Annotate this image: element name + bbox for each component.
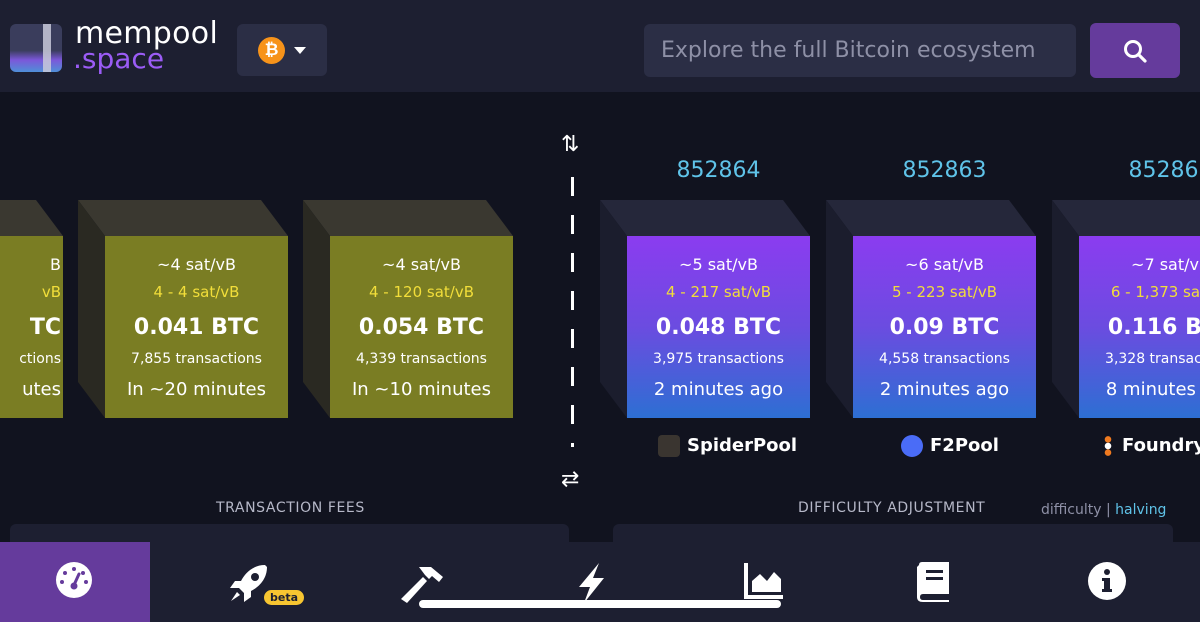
projected-block[interactable]: ~4 sat/vB 4 - 120 sat/vB 0.054 BTC 4,339… — [303, 200, 513, 418]
block-tx-count: ctions — [19, 351, 61, 367]
block-eta: In ~20 minutes — [126, 379, 266, 400]
top-header: mempool .space ₿ — [0, 0, 1200, 92]
block-tx-count: 4,558 transactions — [879, 351, 1010, 367]
book-icon — [917, 562, 949, 602]
block-eta: utes — [22, 379, 61, 400]
search-input[interactable] — [644, 24, 1076, 77]
block-median-fee: ~4 sat/vB — [382, 255, 461, 274]
block-total-btc: 0.041 BTC — [133, 315, 260, 340]
swap-horizontal-icon[interactable]: ⇄ — [561, 467, 579, 492]
pool-link[interactable]: F2Pool — [901, 435, 999, 461]
projected-block[interactable]: B vB TC ctions utes — [0, 200, 63, 418]
block-fee-range: 4 - 4 sat/vB — [153, 283, 240, 301]
block-total-btc: TC — [29, 315, 61, 340]
block-tx-count: 3,975 transactions — [653, 351, 784, 367]
block-median-fee: ~7 sat/vB — [1131, 255, 1200, 274]
swap-vertical-icon[interactable]: ⇅ — [561, 132, 579, 157]
difficulty-link[interactable]: difficulty — [1041, 502, 1102, 518]
block-height-link[interactable]: 852863 — [853, 158, 1036, 183]
hammer-icon — [401, 567, 443, 603]
search-icon — [1124, 40, 1147, 63]
chevron-down-icon — [294, 47, 306, 54]
pool-link[interactable]: Foundry — [1101, 435, 1200, 461]
block-median-fee: ~6 sat/vB — [905, 255, 984, 274]
block-time-ago: 8 minutes ago — [1105, 379, 1200, 400]
beta-badge: beta — [264, 590, 305, 605]
pool-name: SpiderPool — [687, 435, 798, 456]
block-tx-count: 4,339 transactions — [356, 351, 487, 367]
block-fee-range: vB — [41, 283, 61, 301]
nav-docs[interactable] — [860, 542, 1010, 622]
bottom-navigation: beta — [0, 542, 1200, 622]
nav-accelerator[interactable]: beta — [172, 542, 322, 622]
block-fee-range: 4 - 120 sat/vB — [369, 283, 474, 301]
block-median-fee: B — [50, 255, 61, 274]
logo-text-space[interactable]: .space — [73, 42, 164, 75]
mined-block[interactable]: ~5 sat/vB 4 - 217 sat/vB 0.048 BTC 3,975… — [600, 200, 810, 418]
nav-dashboard[interactable] — [0, 542, 150, 622]
nav-about[interactable] — [1032, 542, 1182, 622]
foundry-logo-icon — [1101, 435, 1115, 457]
home-indicator — [419, 600, 781, 608]
block-time-ago: 2 minutes ago — [653, 379, 784, 400]
block-height-link[interactable]: 852862 — [1079, 158, 1200, 183]
mempool-divider — [571, 177, 574, 447]
search-button[interactable] — [1090, 23, 1180, 78]
nav-mining[interactable] — [344, 542, 494, 622]
projected-block[interactable]: ~4 sat/vB 4 - 4 sat/vB 0.041 BTC 7,855 t… — [78, 200, 288, 418]
block-time-ago: 2 minutes ago — [879, 379, 1010, 400]
difficulty-toggle: difficulty | halving — [1041, 502, 1166, 518]
block-median-fee: ~5 sat/vB — [679, 255, 758, 274]
halving-link[interactable]: halving — [1115, 502, 1166, 518]
block-total-btc: 0.09 BTC — [889, 315, 1000, 340]
difficulty-adjustment-title: DIFFICULTY ADJUSTMENT — [798, 500, 986, 516]
pool-name: Foundry — [1122, 435, 1200, 456]
block-eta: In ~10 minutes — [351, 379, 491, 400]
dashboard-icon — [56, 562, 92, 598]
chart-icon — [744, 563, 783, 599]
f2pool-logo-icon — [901, 435, 923, 457]
lightning-icon — [579, 563, 604, 603]
mined-block[interactable]: ~7 sat/vB 6 - 1,373 sat/vB 0.116 BTC 3,3… — [1052, 200, 1200, 418]
pool-name: F2Pool — [930, 435, 999, 456]
block-fee-range: 4 - 217 sat/vB — [666, 283, 771, 301]
toggle-separator: | — [1106, 502, 1111, 518]
block-tx-count: 7,855 transactions — [131, 351, 262, 367]
blockchain-view: B vB TC ctions utes ~4 sat/vB 4 - 4 sat/… — [0, 92, 1200, 492]
network-selector-button[interactable]: ₿ — [237, 24, 327, 76]
bitcoin-icon: ₿ — [258, 37, 285, 64]
block-fee-range: 6 - 1,373 sat/vB — [1110, 283, 1200, 301]
nav-lightning[interactable] — [516, 542, 666, 622]
block-tx-count: 3,328 transactions — [1105, 351, 1200, 367]
mempool-logo-icon[interactable] — [10, 24, 62, 72]
transaction-fees-title: TRANSACTION FEES — [216, 500, 365, 516]
nav-graphs[interactable] — [688, 542, 838, 622]
block-median-fee: ~4 sat/vB — [157, 255, 236, 274]
block-fee-range: 5 - 223 sat/vB — [892, 283, 997, 301]
block-total-btc: 0.048 BTC — [655, 315, 782, 340]
block-height-link[interactable]: 852864 — [627, 158, 810, 183]
block-total-btc: 0.054 BTC — [358, 315, 485, 340]
mined-block[interactable]: ~6 sat/vB 5 - 223 sat/vB 0.09 BTC 4,558 … — [826, 200, 1036, 418]
pool-link[interactable]: SpiderPool — [658, 435, 797, 461]
spiderpool-logo-icon — [658, 435, 680, 457]
info-icon — [1088, 562, 1126, 600]
block-total-btc: 0.116 BTC — [1107, 315, 1200, 340]
